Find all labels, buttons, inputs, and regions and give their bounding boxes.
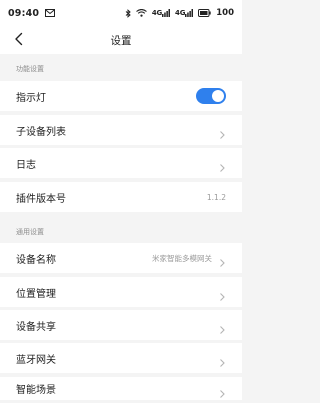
device-name-value: 米家智能多模网关 — [152, 253, 212, 263]
section-header-general: 通用设置 — [16, 228, 44, 236]
row-label: 设备共享 — [16, 321, 56, 333]
row-subdevice-list[interactable]: 子设备列表 — [0, 115, 242, 145]
row-bluetooth-gateway[interactable]: 蓝牙网关 — [0, 343, 242, 373]
row-location-management[interactable]: 位置管理 — [0, 277, 242, 307]
row-label: 位置管理 — [16, 288, 56, 300]
row-smart-scene[interactable]: 智能场景 — [0, 377, 242, 400]
row-label: 蓝牙网关 — [16, 354, 56, 366]
chevron-right-icon — [218, 384, 226, 398]
row-label: 插件版本号 — [16, 193, 66, 205]
row-log[interactable]: 日志 — [0, 148, 242, 178]
row-label: 设备名称 — [16, 254, 56, 266]
row-device-name[interactable]: 设备名称 米家智能多模网关 — [0, 243, 242, 273]
toggle-knob — [212, 90, 224, 102]
row-label: 日志 — [16, 159, 36, 171]
back-arrow-icon — [14, 31, 24, 50]
wifi-icon — [135, 9, 147, 17]
status-time: 09:40 — [8, 7, 40, 19]
chevron-right-icon — [218, 353, 226, 367]
chevron-right-icon — [218, 158, 226, 172]
mail-icon — [45, 9, 56, 17]
status-bar: 09:40 4G 4G 100 — [0, 0, 242, 26]
section-header-function: 功能设置 — [16, 65, 44, 73]
chevron-right-icon — [218, 125, 226, 139]
row-device-sharing[interactable]: 设备共享 — [0, 310, 242, 340]
bluetooth-icon — [125, 8, 131, 18]
row-label: 智能场景 — [16, 385, 56, 396]
page-title: 设置 — [110, 34, 132, 47]
row-label: 指示灯 — [16, 92, 46, 104]
battery-icon — [198, 9, 211, 17]
row-label: 子设备列表 — [16, 126, 66, 138]
plugin-version-value: 1.1.2 — [206, 192, 226, 202]
signal-icon-2: 4G — [175, 9, 194, 17]
battery-level: 100 — [216, 8, 234, 18]
row-plugin-version: 插件版本号 1.1.2 — [0, 182, 242, 212]
back-button[interactable] — [8, 29, 30, 51]
row-indicator-light[interactable]: 指示灯 — [0, 81, 242, 111]
chevron-right-icon — [218, 287, 226, 301]
chevron-right-icon — [218, 253, 226, 267]
nav-bar: 设置 — [0, 26, 242, 54]
indicator-light-toggle[interactable] — [196, 88, 226, 104]
chevron-right-icon — [218, 320, 226, 334]
signal-icon: 4G — [152, 9, 171, 17]
